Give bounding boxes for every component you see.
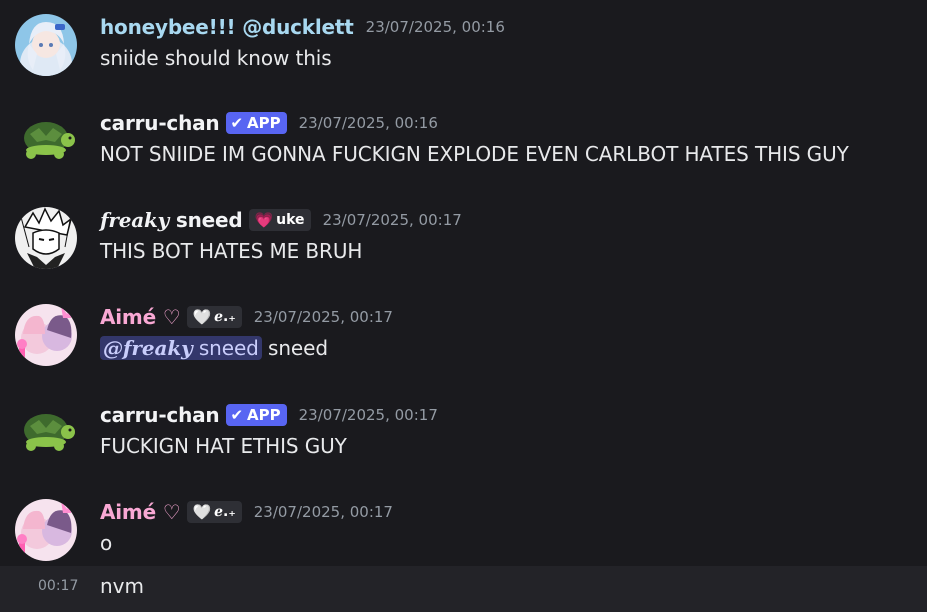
- verified-check-icon: ✔: [230, 114, 244, 132]
- app-badge-label: APP: [247, 114, 281, 132]
- timestamp[interactable]: 23/07/2025, 00:16: [299, 114, 438, 132]
- message-header: honeybee!!! @ducklett 23/07/2025, 00:16: [100, 14, 505, 40]
- message-text: sneed: [261, 336, 328, 360]
- message-header: 𝒇𝒓𝒆𝒂𝒌𝒚 sneed 💗 uke 23/07/2025, 00:17: [100, 207, 462, 233]
- timestamp[interactable]: 23/07/2025, 00:17: [299, 406, 438, 424]
- server-tag[interactable]: 🤍 ℯ.₊: [187, 501, 242, 523]
- message: honeybee!!! @ducklett 23/07/2025, 00:16 …: [0, 14, 927, 94]
- author-name[interactable]: 𝒇𝒓𝒆𝒂𝒌𝒚 sneed: [100, 208, 243, 232]
- timestamp[interactable]: 23/07/2025, 00:17: [323, 211, 462, 229]
- author-name[interactable]: honeybee!!! @ducklett: [100, 15, 354, 39]
- timestamp[interactable]: 23/07/2025, 00:17: [254, 503, 393, 521]
- message: carru-chan ✔ APP 23/07/2025, 00:16 NOT S…: [0, 110, 927, 190]
- avatar-carru-chan[interactable]: [15, 110, 77, 172]
- server-tag-label: ℯ.₊: [214, 504, 236, 520]
- app-badge: ✔ APP: [226, 404, 287, 426]
- white-heart-icon: 🤍: [192, 503, 212, 521]
- verified-check-icon: ✔: [230, 406, 244, 424]
- author-name[interactable]: carru-chan: [100, 403, 220, 427]
- server-tag-label: ℯ.₊: [214, 309, 236, 325]
- avatar-honeybee[interactable]: [15, 14, 77, 76]
- server-tag[interactable]: 🤍 ℯ.₊: [187, 306, 242, 328]
- server-tag[interactable]: 💗 uke: [249, 209, 311, 231]
- author-name[interactable]: Aimé ♡: [100, 500, 181, 524]
- followup-timestamp[interactable]: 00:17: [38, 578, 78, 594]
- avatar-carru-chan[interactable]: [15, 402, 77, 464]
- message: 𝒇𝒓𝒆𝒂𝒌𝒚 sneed 💗 uke 23/07/2025, 00:17 THI…: [0, 207, 927, 287]
- timestamp[interactable]: 23/07/2025, 00:16: [366, 18, 505, 36]
- message-content: NOT SNIIDE IM GONNA FUCKIGN EXPLODE EVEN…: [100, 142, 849, 166]
- message-header: carru-chan ✔ APP 23/07/2025, 00:16: [100, 110, 438, 136]
- message-header: Aimé ♡ 🤍 ℯ.₊ 23/07/2025, 00:17: [100, 304, 393, 330]
- timestamp[interactable]: 23/07/2025, 00:17: [254, 308, 393, 326]
- message-header: carru-chan ✔ APP 23/07/2025, 00:17: [100, 402, 438, 428]
- message: Aimé ♡ 🤍 ℯ.₊ 23/07/2025, 00:17 @𝒇𝒓𝒆𝒂𝒌𝒚 s…: [0, 304, 927, 384]
- app-badge: ✔ APP: [226, 112, 287, 134]
- server-tag-label: uke: [276, 212, 305, 228]
- message-header: Aimé ♡ 🤍 ℯ.₊ 23/07/2025, 00:17: [100, 499, 393, 525]
- avatar-aime[interactable]: [15, 304, 77, 366]
- followup-message[interactable]: 00:17 nvm: [0, 566, 927, 612]
- mention-plain: sneed: [192, 336, 259, 360]
- mention-styled: @𝒇𝒓𝒆𝒂𝒌𝒚: [103, 336, 193, 360]
- message-content: o: [100, 531, 113, 555]
- message-content: THIS BOT HATES ME BRUH: [100, 239, 363, 263]
- author-name[interactable]: Aimé ♡: [100, 305, 181, 329]
- app-badge-label: APP: [247, 406, 281, 424]
- author-name-styled: 𝒇𝒓𝒆𝒂𝒌𝒚: [100, 208, 170, 232]
- followup-content: nvm: [100, 574, 144, 598]
- message-content: @𝒇𝒓𝒆𝒂𝒌𝒚 sneed sneed: [100, 336, 328, 360]
- message-content: sniide should know this: [100, 46, 332, 70]
- user-mention[interactable]: @𝒇𝒓𝒆𝒂𝒌𝒚 sneed: [100, 336, 262, 360]
- pink-heart-icon: 💗: [254, 211, 274, 229]
- message: carru-chan ✔ APP 23/07/2025, 00:17 FUCKI…: [0, 402, 927, 482]
- author-name-plain: sneed: [175, 208, 243, 232]
- message-content: FUCKIGN HAT ETHIS GUY: [100, 434, 347, 458]
- author-name[interactable]: carru-chan: [100, 111, 220, 135]
- avatar-aime[interactable]: [15, 499, 77, 561]
- white-heart-icon: 🤍: [192, 308, 212, 326]
- chat-log: honeybee!!! @ducklett 23/07/2025, 00:16 …: [0, 0, 927, 612]
- message: Aimé ♡ 🤍 ℯ.₊ 23/07/2025, 00:17 o: [0, 499, 927, 563]
- avatar-freaky-sneed[interactable]: [15, 207, 77, 269]
